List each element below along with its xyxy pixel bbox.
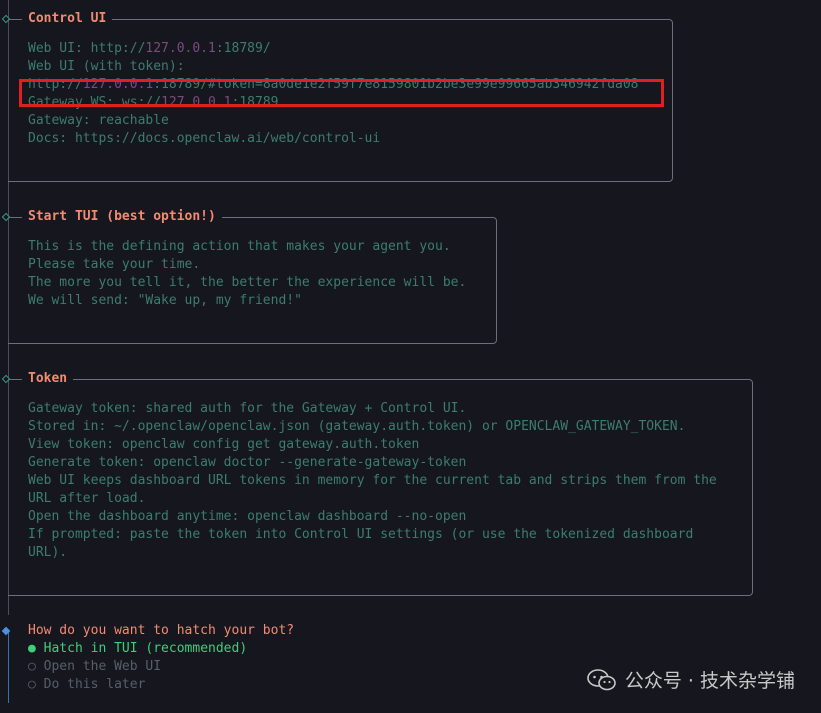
panel-title: Token — [22, 370, 74, 388]
token-line: Gateway token: shared auth for the Gatew… — [28, 401, 467, 416]
token-panel: Token Gateway token: shared auth for the… — [8, 370, 753, 596]
option-label: Open the Web UI — [43, 659, 162, 674]
token-line: Open the dashboard anytime: openclaw das… — [28, 509, 467, 524]
start-tui-panel: Start TUI (best option!) This is the def… — [8, 208, 497, 344]
hatch-options: ● Hatch in TUI (recommended) ○ Open the … — [28, 640, 247, 694]
hatch-question: How do you want to hatch your bot? — [28, 623, 295, 638]
token-line: If prompted: paste the token into Contro… — [28, 527, 702, 560]
tui-line: This is the defining action that makes y… — [28, 239, 451, 254]
option-open-web-ui[interactable]: ○ Open the Web UI — [28, 658, 247, 676]
panel-lines: This is the defining action that makes y… — [28, 238, 486, 310]
radio-empty-icon: ○ — [28, 659, 36, 674]
tui-line: We will send: "Wake up, my friend!" — [28, 293, 302, 308]
token-line: Web UI keeps dashboard URL tokens in mem… — [28, 473, 725, 506]
option-hatch-tui[interactable]: ● Hatch in TUI (recommended) — [28, 640, 247, 658]
option-do-later[interactable]: ○ Do this later — [28, 676, 247, 694]
panel-title: Control UI — [22, 10, 113, 28]
panel-title: Start TUI (best option!) — [22, 208, 222, 226]
wechat-icon — [587, 668, 616, 690]
docs-url-line[interactable]: Docs: https://docs.openclaw.ai/web/contr… — [28, 130, 662, 148]
terminal-screen: Control UI Web UI: http://127.0.0.1:1878… — [0, 0, 821, 713]
host-address: 127.0.0.1 — [145, 41, 216, 56]
token-line: Stored in: ~/.openclaw/openclaw.json (ga… — [28, 419, 686, 434]
web-ui-token-label: Web UI (with token): — [28, 59, 185, 74]
tui-line: The more you tell it, the better the exp… — [28, 275, 467, 290]
token-url-highlight — [19, 79, 664, 107]
radio-empty-icon: ○ — [28, 677, 36, 692]
web-ui-url-line[interactable]: Web UI: http://127.0.0.1:18789/ — [28, 40, 662, 58]
prompt-rail — [8, 631, 9, 703]
gateway-status-line: Gateway: reachable — [28, 113, 169, 128]
watermark: 公众号 · 技术杂学铺 — [587, 666, 795, 693]
tui-line: Please take your time. — [28, 257, 201, 272]
radio-selected-icon: ● — [28, 641, 36, 656]
option-label: Hatch in TUI (recommended) — [43, 641, 248, 656]
watermark-text: 公众号 · 技术杂学铺 — [624, 670, 795, 692]
token-line: View token: openclaw config get gateway.… — [28, 437, 420, 452]
token-line: Generate token: openclaw doctor --genera… — [28, 455, 467, 470]
option-label: Do this later — [43, 677, 146, 692]
panel-lines: Gateway token: shared auth for the Gatew… — [28, 400, 740, 562]
